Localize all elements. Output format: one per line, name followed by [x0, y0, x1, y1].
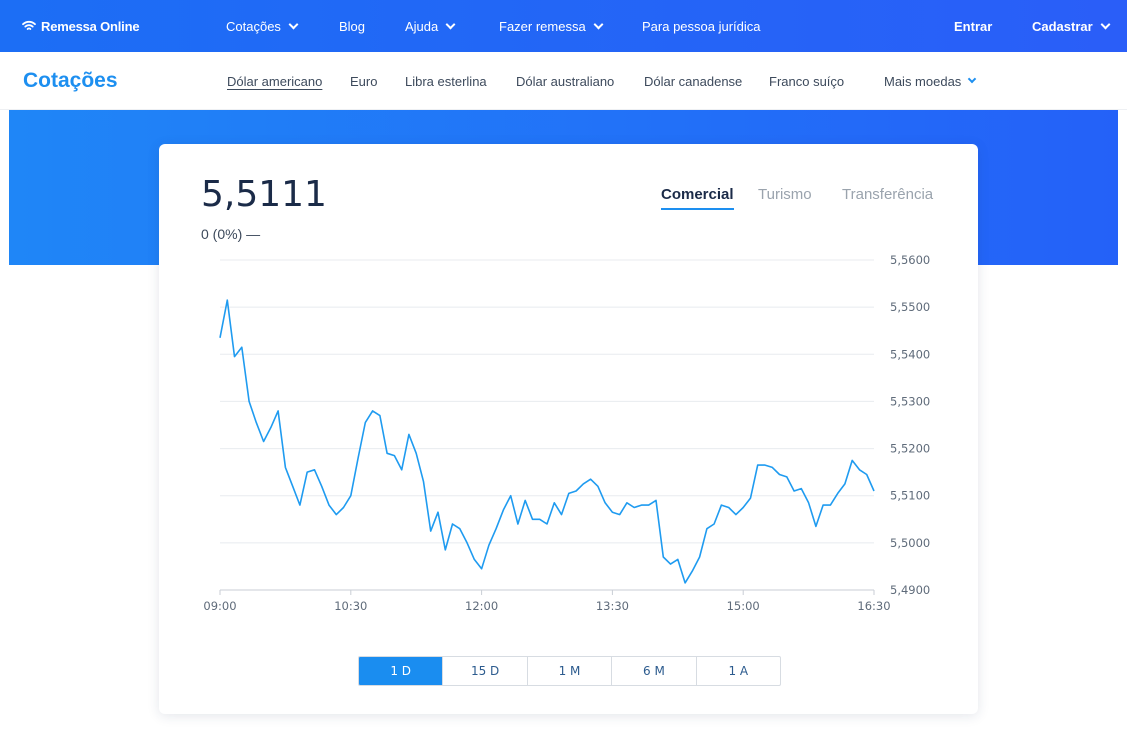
range-button-15d[interactable]: 15 D — [443, 657, 528, 685]
quote-card: 5,5111 0 (0%) — Comercial Turismo Transf… — [159, 144, 978, 714]
currency-link-gbp[interactable]: Libra esterlina — [405, 52, 487, 110]
chart-series-line — [219, 299, 875, 584]
chevron-down-icon — [968, 74, 977, 84]
y-tick-label: 5,5400 — [890, 347, 930, 361]
nav-item-label: Para pessoa jurídica — [642, 18, 761, 34]
y-tick-label: 5,5600 — [890, 253, 930, 267]
y-tick-label: 5,5300 — [890, 394, 930, 408]
y-tick-label: 5,4900 — [890, 583, 930, 597]
chevron-down-icon — [1100, 19, 1111, 29]
y-tick-label: 5,5500 — [890, 300, 930, 314]
chart-x-ticks: 09:00 10:30 12:00 13:30 15:00 16:30 — [203, 590, 891, 613]
brand-logo[interactable]: Remessa Online — [22, 0, 140, 52]
nav-item-blog[interactable]: Blog — [339, 0, 365, 52]
y-tick-label: 5,5100 — [890, 489, 930, 503]
nav-item-fazer-remessa[interactable]: Fazer remessa — [499, 0, 604, 52]
login-link[interactable]: Entrar — [954, 0, 992, 52]
chevron-down-icon — [593, 19, 604, 29]
nav-item-ajuda[interactable]: Ajuda — [405, 0, 456, 52]
nav-item-cotacoes[interactable]: Cotações — [226, 0, 299, 52]
more-currencies-dropdown[interactable]: Mais moedas — [884, 52, 977, 110]
nav-item-label: Fazer remessa — [499, 18, 586, 34]
nav-item-label: Blog — [339, 18, 366, 34]
currency-link-chf[interactable]: Franco suíço — [769, 52, 844, 110]
page-title: Cotações — [23, 69, 118, 92]
x-tick-label: 10:30 — [334, 599, 367, 613]
more-currencies-label: Mais moedas — [884, 73, 962, 89]
signup-menu[interactable]: Cadastrar — [1032, 0, 1111, 52]
range-button-1a[interactable]: 1 A — [697, 657, 780, 685]
nav-item-label: Ajuda — [405, 18, 439, 34]
brand-name: Remessa Online — [41, 18, 140, 34]
wifi-logo-icon — [22, 20, 36, 30]
x-tick-label: 13:30 — [596, 599, 629, 613]
chart-grid — [220, 259, 874, 591]
chart-y-ticks: 5,5600 5,5500 5,5400 5,5300 5,5200 5,5100 5,50… — [890, 253, 930, 597]
nav-item-pessoa-juridica[interactable]: Para pessoa jurídica — [642, 0, 761, 52]
nav-item-label: Cotações — [226, 18, 281, 34]
currency-link-usd[interactable]: Dólar americano — [227, 52, 322, 110]
currency-link-cad[interactable]: Dólar canadense — [644, 52, 742, 110]
x-tick-label: 16:30 — [857, 599, 890, 613]
price-chart: 5,5600 5,5500 5,5400 5,5300 5,5200 5,5100 5,50… — [203, 253, 930, 613]
range-button-6m[interactable]: 6 M — [612, 657, 697, 685]
y-tick-label: 5,5000 — [890, 536, 930, 550]
range-button-1m[interactable]: 1 M — [528, 657, 613, 685]
chevron-down-icon — [288, 19, 299, 29]
currency-link-aud[interactable]: Dólar australiano — [516, 52, 614, 110]
x-tick-label: 12:00 — [465, 599, 498, 613]
currency-link-eur[interactable]: Euro — [350, 52, 377, 110]
signup-label: Cadastrar — [1032, 18, 1093, 34]
x-tick-label: 15:00 — [727, 599, 760, 613]
login-label: Entrar — [954, 18, 993, 34]
range-button-1d[interactable]: 1 D — [359, 657, 444, 685]
top-navbar: Remessa Online Cotações Blog Ajuda Fazer… — [0, 0, 1127, 52]
currency-subnav: Cotações Dólar americano Euro Libra este… — [0, 52, 1127, 110]
chevron-down-icon — [445, 19, 456, 29]
y-tick-label: 5,5200 — [890, 442, 930, 456]
range-selector: 1 D 15 D 1 M 6 M 1 A — [358, 656, 781, 686]
x-tick-label: 09:00 — [203, 599, 236, 613]
